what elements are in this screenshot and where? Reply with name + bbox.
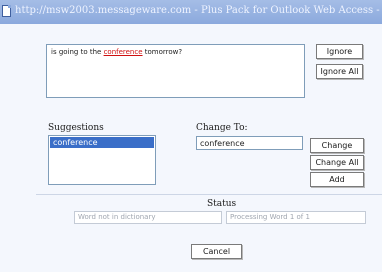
sentence-context-box[interactable]: is going to the conference tomorrow? bbox=[46, 44, 305, 98]
status-message: Word not in dictionary bbox=[74, 211, 222, 224]
ignore-all-button[interactable]: Ignore All bbox=[316, 64, 363, 79]
suggestions-list[interactable]: conference bbox=[48, 135, 156, 185]
sentence-text-after: tomorrow? bbox=[142, 48, 183, 56]
status-label: Status bbox=[207, 199, 237, 209]
window-title: http://msw2003.messageware.com - Plus Pa… bbox=[15, 5, 382, 16]
status-progress: Processing Word 1 of 1 bbox=[226, 211, 366, 224]
sentence-text-before: is going to the bbox=[51, 48, 104, 56]
ignore-button[interactable]: Ignore bbox=[316, 44, 363, 59]
change-to-label: Change To: bbox=[196, 123, 248, 133]
add-button[interactable]: Add bbox=[310, 172, 364, 187]
page-icon bbox=[2, 5, 11, 17]
change-all-button[interactable]: Change All bbox=[310, 155, 364, 170]
title-bar[interactable]: http://msw2003.messageware.com - Plus Pa… bbox=[0, 0, 382, 24]
section-divider bbox=[36, 194, 382, 195]
suggestions-label: Suggestions bbox=[48, 123, 104, 133]
spell-check-window: http://msw2003.messageware.com - Plus Pa… bbox=[0, 0, 382, 272]
suggestion-item[interactable]: conference bbox=[50, 137, 154, 148]
misspelled-word: conference bbox=[103, 48, 143, 56]
change-to-input[interactable] bbox=[196, 136, 303, 150]
cancel-button[interactable]: Cancel bbox=[191, 244, 242, 259]
change-button[interactable]: Change bbox=[310, 138, 364, 153]
